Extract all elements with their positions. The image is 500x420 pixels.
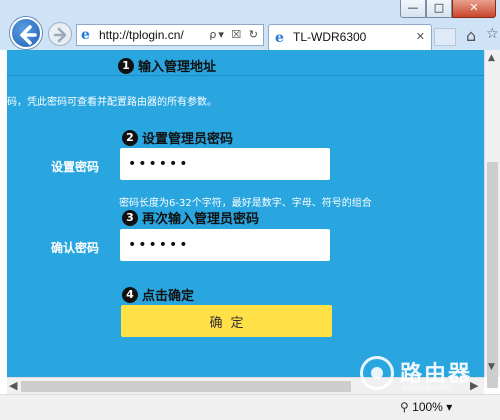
confirm-password-label: 确认密码 bbox=[51, 241, 100, 255]
step-3-number: 3 bbox=[122, 209, 138, 226]
password-input[interactable] bbox=[120, 148, 330, 180]
page-header bbox=[7, 50, 484, 76]
scroll-down-icon[interactable]: ▼ bbox=[488, 362, 495, 372]
step-4-label: 点击确定 bbox=[142, 289, 195, 304]
password-hint: 密码长度为6-32个字符，最好是数字、字母、符号的组合 bbox=[119, 198, 372, 209]
back-arrow-icon bbox=[20, 25, 37, 45]
step-1-label: 输入管理地址 bbox=[138, 60, 217, 75]
router-setup-page: 1 输入管理地址 码，凭此密码可查看并配置路由器的所有参数。 2 设置管理员密码 设… bbox=[7, 50, 484, 377]
step-2: 2 设置管理员密码 bbox=[122, 128, 233, 147]
scroll-left-icon[interactable]: ◀ bbox=[9, 379, 17, 392]
confirm-password-input[interactable] bbox=[120, 229, 330, 261]
ie-tab-icon: e bbox=[275, 30, 284, 46]
title-bar: — □ ✕ bbox=[0, 0, 500, 22]
tab-tl-wdr6300[interactable]: e TL-WDR6300 ✕ bbox=[268, 24, 432, 50]
page-description: 码，凭此密码可查看并配置路由器的所有参数。 bbox=[7, 97, 217, 108]
step-2-label: 设置管理员密码 bbox=[142, 132, 234, 147]
maximize-button[interactable]: □ bbox=[426, 0, 452, 18]
step-4-number: 4 bbox=[122, 286, 138, 303]
zoom-icon: ⚲ bbox=[400, 400, 409, 414]
zoom-level: 100% bbox=[412, 400, 443, 414]
forward-arrow-icon bbox=[53, 27, 67, 43]
step-3: 3 再次输入管理员密码 bbox=[122, 208, 259, 227]
step-2-number: 2 bbox=[122, 129, 138, 146]
address-bar[interactable]: e http://tplogin.cn/ ρ▾ ☒ ↻ bbox=[76, 24, 264, 46]
ie-page-icon: e bbox=[81, 27, 90, 43]
home-icon[interactable]: ⌂ bbox=[466, 26, 476, 45]
scroll-up-icon[interactable]: ▲ bbox=[488, 53, 495, 63]
status-bar: ⚲ 100% ▾ bbox=[0, 394, 500, 420]
password-label: 设置密码 bbox=[51, 160, 100, 174]
confirm-button[interactable]: 确定 bbox=[121, 305, 332, 337]
zoom-control[interactable]: ⚲ 100% ▾ bbox=[400, 400, 452, 414]
step-1-number: 1 bbox=[118, 57, 134, 74]
address-tools-icons[interactable]: ρ▾ ☒ ↻ bbox=[209, 28, 260, 41]
favorites-icon[interactable]: ☆ bbox=[486, 26, 499, 42]
close-window-button[interactable]: ✕ bbox=[452, 0, 496, 18]
forward-button[interactable] bbox=[48, 22, 72, 46]
vertical-scroll-thumb[interactable] bbox=[487, 162, 498, 388]
back-button[interactable] bbox=[10, 17, 42, 49]
zoom-dropdown-icon[interactable]: ▾ bbox=[446, 400, 452, 414]
address-url[interactable]: http://tplogin.cn/ bbox=[99, 28, 184, 42]
vertical-scrollbar[interactable]: ▲ ▼ bbox=[484, 50, 500, 388]
minimize-button[interactable]: — bbox=[400, 0, 426, 18]
scroll-right-icon[interactable]: ▶ bbox=[470, 379, 478, 392]
new-tab-button[interactable] bbox=[434, 28, 456, 46]
horizontal-scroll-thumb[interactable] bbox=[21, 381, 351, 392]
tab-close-icon[interactable]: ✕ bbox=[416, 30, 425, 43]
tab-title: TL-WDR6300 bbox=[293, 30, 367, 44]
step-4: 4 点击确定 bbox=[122, 285, 194, 304]
step-3-label: 再次输入管理员密码 bbox=[142, 212, 260, 227]
step-1: 1 输入管理地址 bbox=[118, 56, 216, 75]
horizontal-scrollbar[interactable]: ◀ ▶ bbox=[7, 377, 484, 394]
